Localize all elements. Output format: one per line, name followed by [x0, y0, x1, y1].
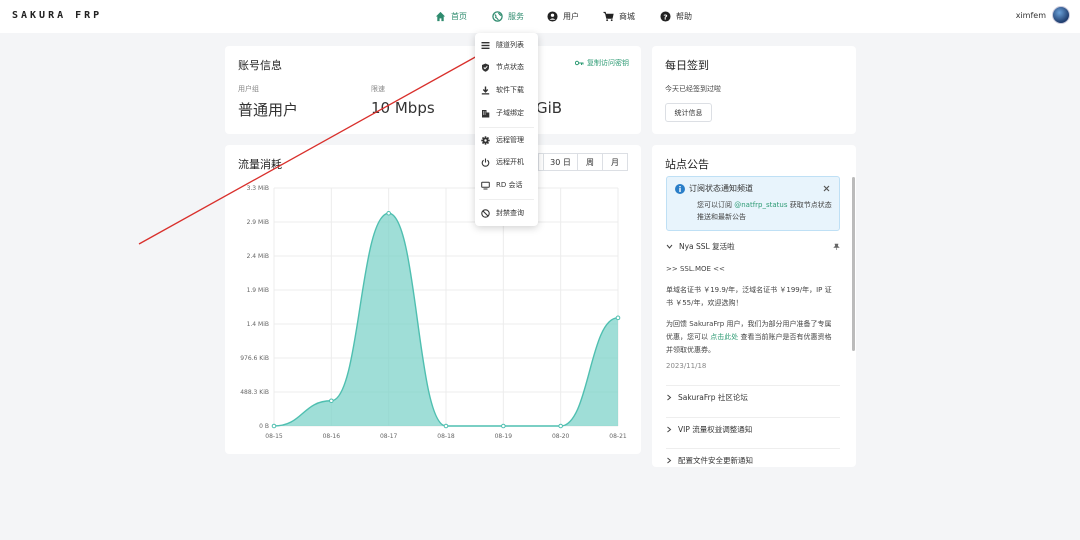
dropdown-item-label: 子域绑定: [496, 109, 524, 117]
dropdown-item-label: RD 会话: [496, 181, 523, 189]
dropdown-item-label: 远程开机: [496, 158, 524, 166]
ban-icon: [481, 208, 490, 218]
dropdown-item-label: 节点状态: [496, 63, 524, 71]
annotation-arrow: [138, 48, 492, 245]
dropdown-item-label: 软件下载: [496, 86, 524, 94]
dropdown-item-remote-boot[interactable]: 远程开机: [481, 155, 524, 169]
dropdown-divider: [479, 127, 534, 128]
monitor-icon: [481, 181, 490, 189]
service-dropdown: 隧道列表 节点状态 软件下载 子域绑定 远程管理 远程开机 RD 会话 封禁查询: [475, 33, 538, 226]
dropdown-item-label: 隧道列表: [496, 41, 524, 49]
dropdown-item-tunnels[interactable]: 隧道列表: [481, 38, 524, 52]
dropdown-item-download[interactable]: 软件下载: [481, 83, 524, 97]
dropdown-item-node-status[interactable]: 节点状态: [481, 60, 524, 74]
building-icon: [482, 109, 490, 117]
power-icon: [481, 158, 490, 167]
list-icon: [481, 41, 490, 49]
gear-icon: [481, 135, 490, 145]
dropdown-item-label: 远程管理: [496, 136, 524, 144]
download-icon: [481, 86, 490, 94]
dropdown-item-label: 封禁查询: [496, 209, 524, 217]
dropdown-item-remote-manage[interactable]: 远程管理: [481, 133, 524, 147]
shield-icon: [482, 63, 489, 72]
dropdown-divider: [479, 199, 534, 200]
dropdown-item-ban-query[interactable]: 封禁查询: [481, 206, 524, 220]
dropdown-item-subdomain[interactable]: 子域绑定: [481, 106, 524, 120]
dropdown-item-rd-session[interactable]: RD 会话: [481, 178, 522, 192]
